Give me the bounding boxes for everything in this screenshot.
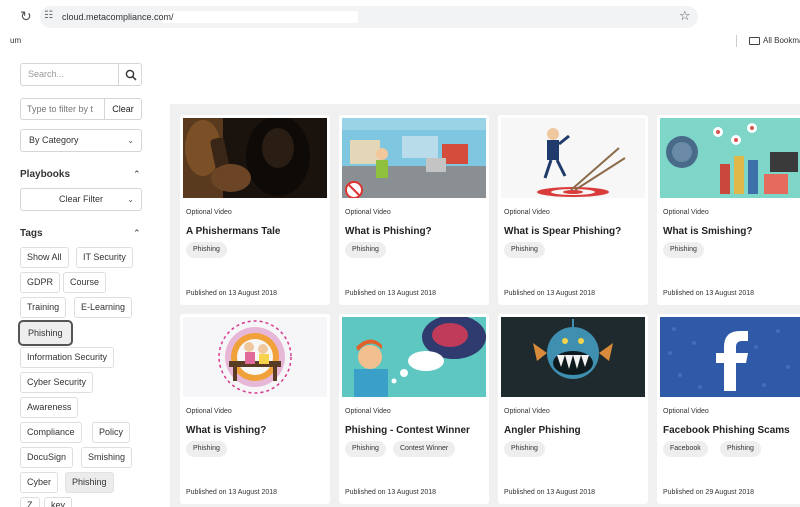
url-selection-highlight	[162, 11, 358, 23]
video-card[interactable]: Optional Video What is Smishing? Phishin…	[657, 115, 800, 305]
video-thumbnail[interactable]	[342, 317, 486, 397]
tag-information-security[interactable]: Information Security	[20, 347, 115, 368]
video-title[interactable]: What is Spear Phishing?	[504, 226, 644, 237]
published-date: Published on 13 August 2018	[186, 290, 278, 297]
video-card[interactable]: Optional Video What is Vishing? Phishing…	[180, 314, 330, 504]
video-title[interactable]: What is Vishing?	[186, 425, 326, 436]
video-type: Optional Video	[345, 408, 391, 415]
tag-z[interactable]: Z	[20, 497, 40, 507]
tag-phishing-selected[interactable]: Phishing	[18, 320, 73, 346]
card-tag[interactable]: Phishing	[186, 441, 227, 457]
published-date: Published on 13 August 2018	[345, 489, 437, 496]
tag-awareness[interactable]: Awareness	[20, 397, 79, 418]
folder-icon	[749, 37, 760, 45]
tags-title: Tags	[20, 228, 43, 239]
published-date: Published on 13 August 2018	[663, 290, 755, 297]
site-info-icon[interactable]: ☷	[44, 11, 56, 21]
video-type: Optional Video	[504, 209, 550, 216]
published-date: Published on 13 August 2018	[504, 489, 596, 496]
card-tag[interactable]: Phishing	[345, 242, 386, 258]
video-title[interactable]: Facebook Phishing Scams	[663, 425, 800, 436]
tag-filter-input[interactable]: Type to filter by t	[20, 98, 104, 120]
video-type: Optional Video	[504, 408, 550, 415]
video-card[interactable]: Optional Video A Phishermans Tale Phishi…	[180, 115, 330, 305]
search-button[interactable]	[118, 63, 142, 86]
playbooks-select[interactable]: Clear Filter ⌄	[20, 188, 142, 211]
category-select-value: By Category	[29, 135, 79, 145]
tag-gdpr[interactable]: GDPR	[20, 272, 61, 293]
video-card[interactable]: Optional Video Phishing - Contest Winner…	[339, 314, 489, 504]
published-date: Published on 13 August 2018	[345, 290, 437, 297]
video-type: Optional Video	[663, 408, 709, 415]
category-select[interactable]: By Category ⌄	[20, 129, 142, 152]
video-type: Optional Video	[186, 209, 232, 216]
bookmark-star-icon[interactable]: ☆	[679, 9, 691, 22]
video-thumbnail[interactable]	[501, 118, 645, 198]
chevron-down-icon: ⌄	[127, 195, 134, 204]
chevron-up-icon[interactable]: ⌃	[133, 228, 141, 239]
card-tag[interactable]: Phishing	[663, 242, 704, 258]
video-title[interactable]: What is Phishing?	[345, 226, 485, 237]
video-title[interactable]: Angler Phishing	[504, 425, 644, 436]
published-date: Published on 29 August 2018	[663, 489, 755, 496]
url-text[interactable]: cloud.metacompliance.com/	[62, 12, 174, 22]
search-input[interactable]: Search...	[20, 63, 119, 86]
search-icon	[125, 69, 137, 81]
clear-filter-button[interactable]: Clear	[104, 98, 142, 120]
video-type: Optional Video	[186, 408, 232, 415]
bookmarks-bar	[0, 32, 800, 50]
tag-docusign[interactable]: DocuSign	[20, 447, 74, 468]
published-date: Published on 13 August 2018	[504, 290, 596, 297]
tag-compliance[interactable]: Compliance	[20, 422, 82, 443]
card-tag[interactable]: Facebook	[663, 441, 708, 457]
chevron-up-icon[interactable]: ⌃	[133, 169, 141, 180]
video-thumbnail[interactable]	[183, 118, 327, 198]
card-tag[interactable]: Phishing	[186, 242, 227, 258]
tag-key[interactable]: key	[44, 497, 73, 507]
tag-phishing[interactable]: Phishing	[65, 472, 114, 493]
video-title[interactable]: A Phishermans Tale	[186, 226, 326, 237]
tag-e-learning[interactable]: E-Learning	[74, 297, 133, 318]
video-thumbnail[interactable]	[342, 118, 486, 198]
video-card[interactable]: Optional Video What is Phishing? Phishin…	[339, 115, 489, 305]
video-thumbnail[interactable]	[183, 317, 327, 397]
card-tag[interactable]: Phishing	[345, 441, 386, 457]
video-thumbnail[interactable]	[660, 118, 800, 198]
card-tag[interactable]: Phishing	[504, 441, 545, 457]
tag-training[interactable]: Training	[20, 297, 67, 318]
reload-icon[interactable]: ↻	[20, 9, 32, 23]
video-thumbnail[interactable]	[660, 317, 800, 397]
tags-section-header[interactable]: Tags ⌃	[20, 228, 141, 239]
published-date: Published on 13 August 2018	[186, 489, 278, 496]
video-card[interactable]: Optional Video Angler Phishing Phishing …	[498, 314, 648, 504]
video-card[interactable]: Optional Video Facebook Phishing Scams F…	[657, 314, 800, 504]
video-card[interactable]: Optional Video What is Spear Phishing? P…	[498, 115, 648, 305]
tag-show-all[interactable]: Show All	[20, 247, 69, 268]
card-tag[interactable]: Contest Winner	[393, 441, 456, 457]
playbooks-select-value: Clear Filter	[58, 194, 103, 204]
tag-policy[interactable]: Policy	[92, 422, 131, 443]
tag-cyber[interactable]: Cyber	[20, 472, 59, 493]
tag-it-security[interactable]: IT Security	[76, 247, 133, 268]
video-title[interactable]: What is Smishing?	[663, 226, 800, 237]
tag-course[interactable]: Course	[63, 272, 107, 293]
bookmark-item[interactable]: um	[10, 36, 21, 45]
video-type: Optional Video	[345, 209, 391, 216]
chevron-down-icon: ⌄	[127, 136, 134, 145]
tag-smishing[interactable]: Smishing	[81, 447, 133, 468]
playbooks-section-header[interactable]: Playbooks ⌃	[20, 169, 141, 180]
card-tag[interactable]: Phishing	[720, 441, 761, 457]
all-bookmarks-button[interactable]: All Bookmar	[763, 36, 800, 45]
bookmarks-separator	[736, 35, 737, 47]
card-tag[interactable]: Phishing	[504, 242, 545, 258]
playbooks-title: Playbooks	[20, 169, 71, 180]
tag-cyber-security[interactable]: Cyber Security	[20, 372, 94, 393]
video-thumbnail[interactable]	[501, 317, 645, 397]
video-type: Optional Video	[663, 209, 709, 216]
video-title[interactable]: Phishing - Contest Winner	[345, 425, 485, 436]
